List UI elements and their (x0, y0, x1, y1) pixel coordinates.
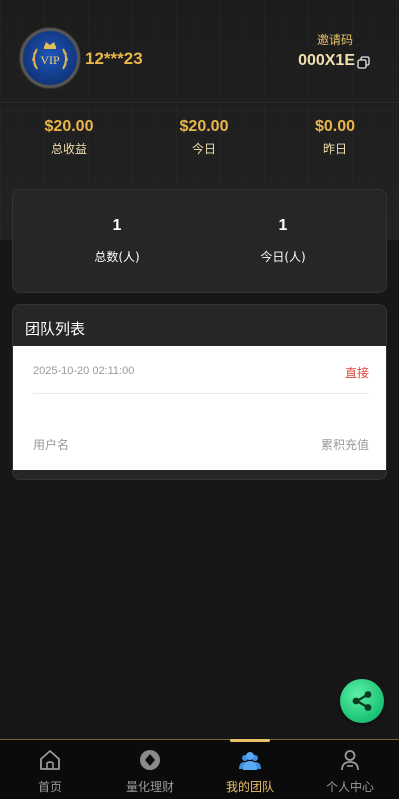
copy-icon[interactable] (357, 56, 370, 69)
invite-code-label: 邀请码 (316, 33, 353, 47)
username: 12***23 (85, 49, 143, 68)
team-list-item[interactable]: 2025-10-20 02:11:00 直接 用户名 累积充值 (13, 346, 386, 470)
earnings-yesterday: $0.00 昨日 (275, 118, 395, 157)
earnings-total-label: 总收益 (50, 142, 87, 156)
tab-home[interactable]: 首页 (0, 740, 100, 799)
team-list-card: 团队列表 2025-10-20 02:11:00 直接 用户名 累积充值 (12, 304, 387, 480)
member-total-recharge-label: 累积充值 (320, 438, 369, 452)
tab-home-label: 首页 (37, 780, 62, 794)
header-divider (0, 102, 399, 103)
team-total-value: 1 (112, 217, 122, 234)
member-relation-tag: 直接 (344, 366, 369, 380)
share-button[interactable] (340, 679, 384, 723)
earnings-total: $20.00 总收益 (9, 118, 129, 157)
earnings-yesterday-value: $0.00 (314, 118, 356, 135)
vip-badge-text: VIP (40, 53, 60, 67)
tab-personal-center-label: 个人中心 (325, 780, 374, 794)
team-today-label: 今日(人) (260, 250, 306, 264)
team-today-stat: 1 今日(人) (223, 217, 343, 265)
member-join-date: 2025-10-20 02:11:00 (33, 365, 135, 377)
earnings-today-value: $20.00 (179, 118, 229, 135)
team-total-stat: 1 总数(人) (57, 217, 177, 265)
row-divider (33, 393, 369, 394)
tab-quant-finance-label: 量化理财 (125, 780, 174, 794)
earnings-today-label: 今日 (191, 142, 216, 156)
active-tab-indicator (230, 739, 270, 742)
team-today-value: 1 (278, 217, 288, 234)
team-total-label: 总数(人) (94, 250, 140, 264)
member-username-label: 用户名 (33, 438, 70, 452)
share-icon (352, 691, 372, 711)
user-icon (341, 750, 359, 771)
coin-icon (140, 750, 160, 770)
team-stats-card: 1 总数(人) 1 今日(人) (12, 189, 387, 293)
tab-my-team[interactable]: 我的团队 (200, 739, 300, 799)
tab-my-team-label: 我的团队 (225, 780, 274, 794)
tab-quant-finance[interactable]: 量化理财 (100, 740, 200, 799)
team-list-title: 团队列表 (25, 320, 86, 338)
tab-personal-center[interactable]: 个人中心 (300, 740, 399, 799)
earnings-yesterday-label: 昨日 (322, 142, 347, 156)
earnings-today: $20.00 今日 (144, 118, 264, 157)
home-icon (40, 750, 60, 770)
team-icon (239, 752, 261, 770)
avatar: VIP (20, 28, 80, 88)
bottom-tab-bar: 首页 量化理财 我的团队 个人中心 (0, 739, 399, 799)
invite-code-value: 000X1E (298, 52, 355, 69)
earnings-total-value: $20.00 (44, 118, 94, 135)
